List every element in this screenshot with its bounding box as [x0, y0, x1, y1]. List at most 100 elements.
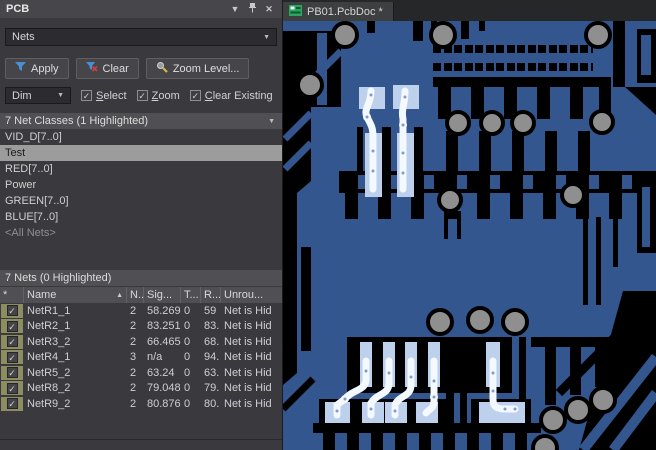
- dim-select[interactable]: Dim ▼: [5, 87, 71, 104]
- net-signal: 79.048: [147, 382, 181, 395]
- net-r: 63.: [204, 366, 220, 379]
- net-unrouted: Net is Hid: [224, 304, 272, 317]
- clear-button[interactable]: Clear: [75, 58, 139, 79]
- column-header-nodes[interactable]: N..: [127, 287, 144, 303]
- chevron-down-icon: ▼: [268, 117, 275, 125]
- checkbox-check-icon: ✓: [6, 336, 18, 348]
- panel-mode-select[interactable]: Nets ▼: [5, 28, 277, 46]
- net-class-item[interactable]: Power: [0, 177, 282, 193]
- net-signal: 58.269: [147, 304, 181, 317]
- net-name: NetR3_2: [27, 335, 71, 348]
- column-header-t[interactable]: T...: [181, 287, 201, 303]
- apply-label: Apply: [31, 62, 59, 75]
- net-r: 59: [204, 304, 217, 317]
- clear-existing-checkbox-label: Clear Existing: [204, 89, 273, 102]
- column-header-unrouted[interactable]: Unrou...: [221, 287, 282, 303]
- net-class-item-all-nets[interactable]: <All Nets>: [0, 225, 282, 241]
- action-buttons: Apply Clear Zoom Level...: [5, 58, 282, 79]
- checkbox-check-icon: ✓: [6, 367, 18, 379]
- zoom-checkbox[interactable]: ✓ Zoom: [136, 89, 180, 102]
- chevron-down-icon: ▼: [263, 33, 270, 41]
- row-checkbox-cell[interactable]: ✓: [1, 303, 23, 318]
- checkbox-check-icon: ✓: [6, 398, 18, 410]
- net-classes-header[interactable]: 7 Net Classes (1 Highlighted) ▼: [0, 113, 282, 129]
- net-t: 0: [184, 304, 191, 317]
- net-nodes: 2: [130, 320, 137, 333]
- net-class-item[interactable]: VID_D[7..0]: [0, 129, 282, 145]
- clear-label: Clear: [102, 62, 129, 75]
- net-r: 94.: [204, 351, 220, 364]
- row-checkbox-cell[interactable]: ✓: [1, 350, 23, 365]
- zoom-checkbox-label: Zoom: [151, 89, 180, 102]
- editor-area: PB01.PcbDoc *: [283, 0, 656, 450]
- pcb-panel: PCB ▼ ✕ Nets ▼ Apply Clear Zoom Level...…: [0, 0, 283, 450]
- table-row[interactable]: ✓ NetR3_2 2 66.465 0 68. Net is Hid: [0, 334, 282, 350]
- checkbox-check-icon: ✓: [6, 382, 18, 394]
- net-nodes: 3: [130, 351, 137, 364]
- net-class-item[interactable]: BLUE[7..0]: [0, 209, 282, 225]
- tab-pb01-pcbdoc[interactable]: PB01.PcbDoc *: [283, 2, 394, 21]
- net-r: 80.: [204, 397, 220, 410]
- row-checkbox-cell[interactable]: ✓: [1, 319, 23, 334]
- zoom-level-label: Zoom Level...: [172, 62, 240, 75]
- sort-ascending-icon: ▲: [116, 291, 123, 299]
- pcb-canvas[interactable]: [283, 21, 656, 450]
- net-t: 0: [184, 351, 191, 364]
- nets-table-body: ✓ NetR1_1 2 58.269 0 59 Net is Hid ✓ Net…: [0, 303, 282, 412]
- net-t: 0: [184, 320, 191, 333]
- checkbox-check-icon: ✓: [189, 90, 201, 101]
- table-row[interactable]: ✓ NetR2_1 2 83.251 0 83. Net is Hid: [0, 319, 282, 335]
- checkbox-check-icon: ✓: [6, 351, 18, 363]
- table-row[interactable]: ✓ NetR1_1 2 58.269 0 59 Net is Hid: [0, 303, 282, 319]
- row-checkbox-cell[interactable]: ✓: [1, 381, 23, 396]
- close-icon[interactable]: ✕: [262, 4, 276, 15]
- checkbox-check-icon: ✓: [6, 320, 18, 332]
- panel-titlebar: PCB ▼ ✕: [0, 0, 282, 18]
- net-name: NetR2_1: [27, 320, 71, 333]
- net-r: 83.: [204, 320, 220, 333]
- net-name: NetR1_1: [27, 304, 71, 317]
- name-column-label: Name: [27, 289, 57, 301]
- apply-button[interactable]: Apply: [5, 58, 69, 79]
- panel-title: PCB: [6, 3, 30, 15]
- row-checkbox-cell[interactable]: ✓: [1, 396, 23, 411]
- column-header-name[interactable]: Name ▲: [24, 287, 127, 303]
- table-row[interactable]: ✓ NetR9_2 2 80.876 0 80. Net is Hid: [0, 396, 282, 412]
- net-name: NetR9_2: [27, 397, 71, 410]
- row-checkbox-cell[interactable]: ✓: [1, 365, 23, 380]
- column-header-star[interactable]: *: [0, 287, 24, 303]
- net-class-item[interactable]: GREEN[7..0]: [0, 193, 282, 209]
- net-t: 0: [184, 366, 191, 379]
- nets-section-header: 7 Nets (0 Highlighted): [0, 270, 282, 286]
- checkbox-check-icon: ✓: [81, 90, 92, 101]
- pin-icon[interactable]: [245, 3, 259, 15]
- net-nodes: 2: [130, 397, 137, 410]
- table-row[interactable]: ✓ NetR4_1 3 n/a 0 94. Net is Hid: [0, 350, 282, 366]
- net-signal: 80.876: [147, 397, 181, 410]
- panel-dropdown-icon[interactable]: ▼: [228, 4, 242, 14]
- net-class-item[interactable]: RED[7..0]: [0, 161, 282, 177]
- net-class-item-selected[interactable]: Test: [0, 145, 282, 161]
- column-header-signal[interactable]: Sig...: [144, 287, 181, 303]
- row-checkbox-cell[interactable]: ✓: [1, 334, 23, 349]
- net-unrouted: Net is Hid: [224, 351, 272, 364]
- table-row[interactable]: ✓ NetR8_2 2 79.048 0 79. Net is Hid: [0, 381, 282, 397]
- net-unrouted: Net is Hid: [224, 335, 272, 348]
- net-name: NetR5_2: [27, 366, 71, 379]
- net-nodes: 2: [130, 382, 137, 395]
- select-checkbox[interactable]: ✓ Select: [81, 90, 127, 102]
- net-unrouted: Net is Hid: [224, 320, 272, 333]
- checkbox-check-icon: ✓: [6, 305, 18, 317]
- table-row[interactable]: ✓ NetR5_2 2 63.24 0 63. Net is Hid: [0, 365, 282, 381]
- document-tabbar: PB01.PcbDoc *: [283, 0, 656, 21]
- net-unrouted: Net is Hid: [224, 382, 272, 395]
- net-signal: 63.24: [147, 366, 175, 379]
- zoom-level-button[interactable]: Zoom Level...: [145, 58, 250, 79]
- panel-mode-value: Nets: [12, 31, 35, 43]
- magnifier-icon: [156, 61, 168, 76]
- column-header-r[interactable]: R...: [201, 287, 221, 303]
- clear-existing-checkbox[interactable]: ✓ Clear Existing: [189, 89, 273, 102]
- table-empty-space: [0, 412, 282, 440]
- nets-header-label: 7 Nets (0 Highlighted): [5, 272, 112, 284]
- net-signal: n/a: [147, 351, 163, 364]
